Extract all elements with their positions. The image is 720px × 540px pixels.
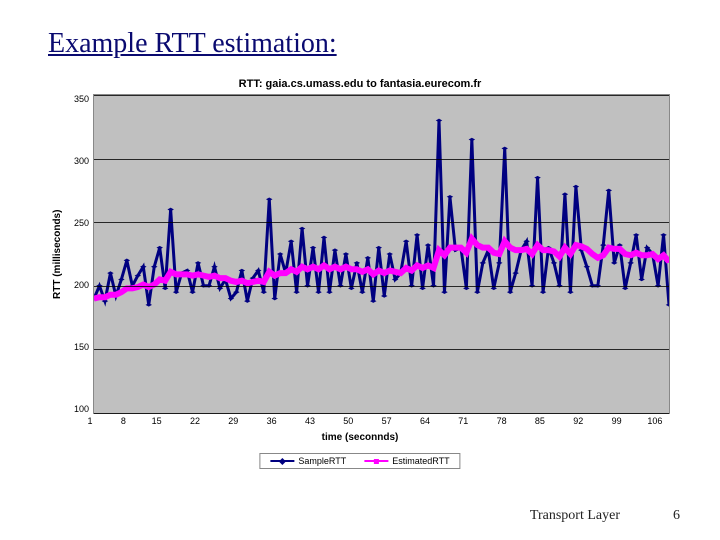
y-axis-label: RTT (milliseconds) (50, 94, 65, 414)
diamond-icon (270, 460, 294, 462)
slide-title: Example RTT estimation: (48, 28, 337, 60)
chart-container: RTT: gaia.cs.umass.edu to fantasia.eurec… (50, 78, 670, 473)
legend-item-estimated: EstimatedRTT (364, 456, 449, 466)
x-axis-label: time (seconnds) (50, 432, 670, 443)
x-axis-ticks: 1815222936435057647178859299106 (90, 414, 670, 426)
y-axis-ticks: 350300250200150100 (65, 94, 93, 414)
legend-item-sample: SampleRTT (270, 456, 346, 466)
chart-title: RTT: gaia.cs.umass.edu to fantasia.eurec… (50, 78, 670, 90)
legend-label: SampleRTT (298, 456, 346, 466)
chart-svg (94, 95, 669, 413)
square-icon (364, 460, 388, 462)
plot-area (93, 94, 670, 414)
page-number: 6 (673, 508, 680, 524)
legend-label: EstimatedRTT (392, 456, 449, 466)
legend: SampleRTT EstimatedRTT (259, 453, 460, 469)
footer-label: Transport Layer (530, 508, 620, 524)
